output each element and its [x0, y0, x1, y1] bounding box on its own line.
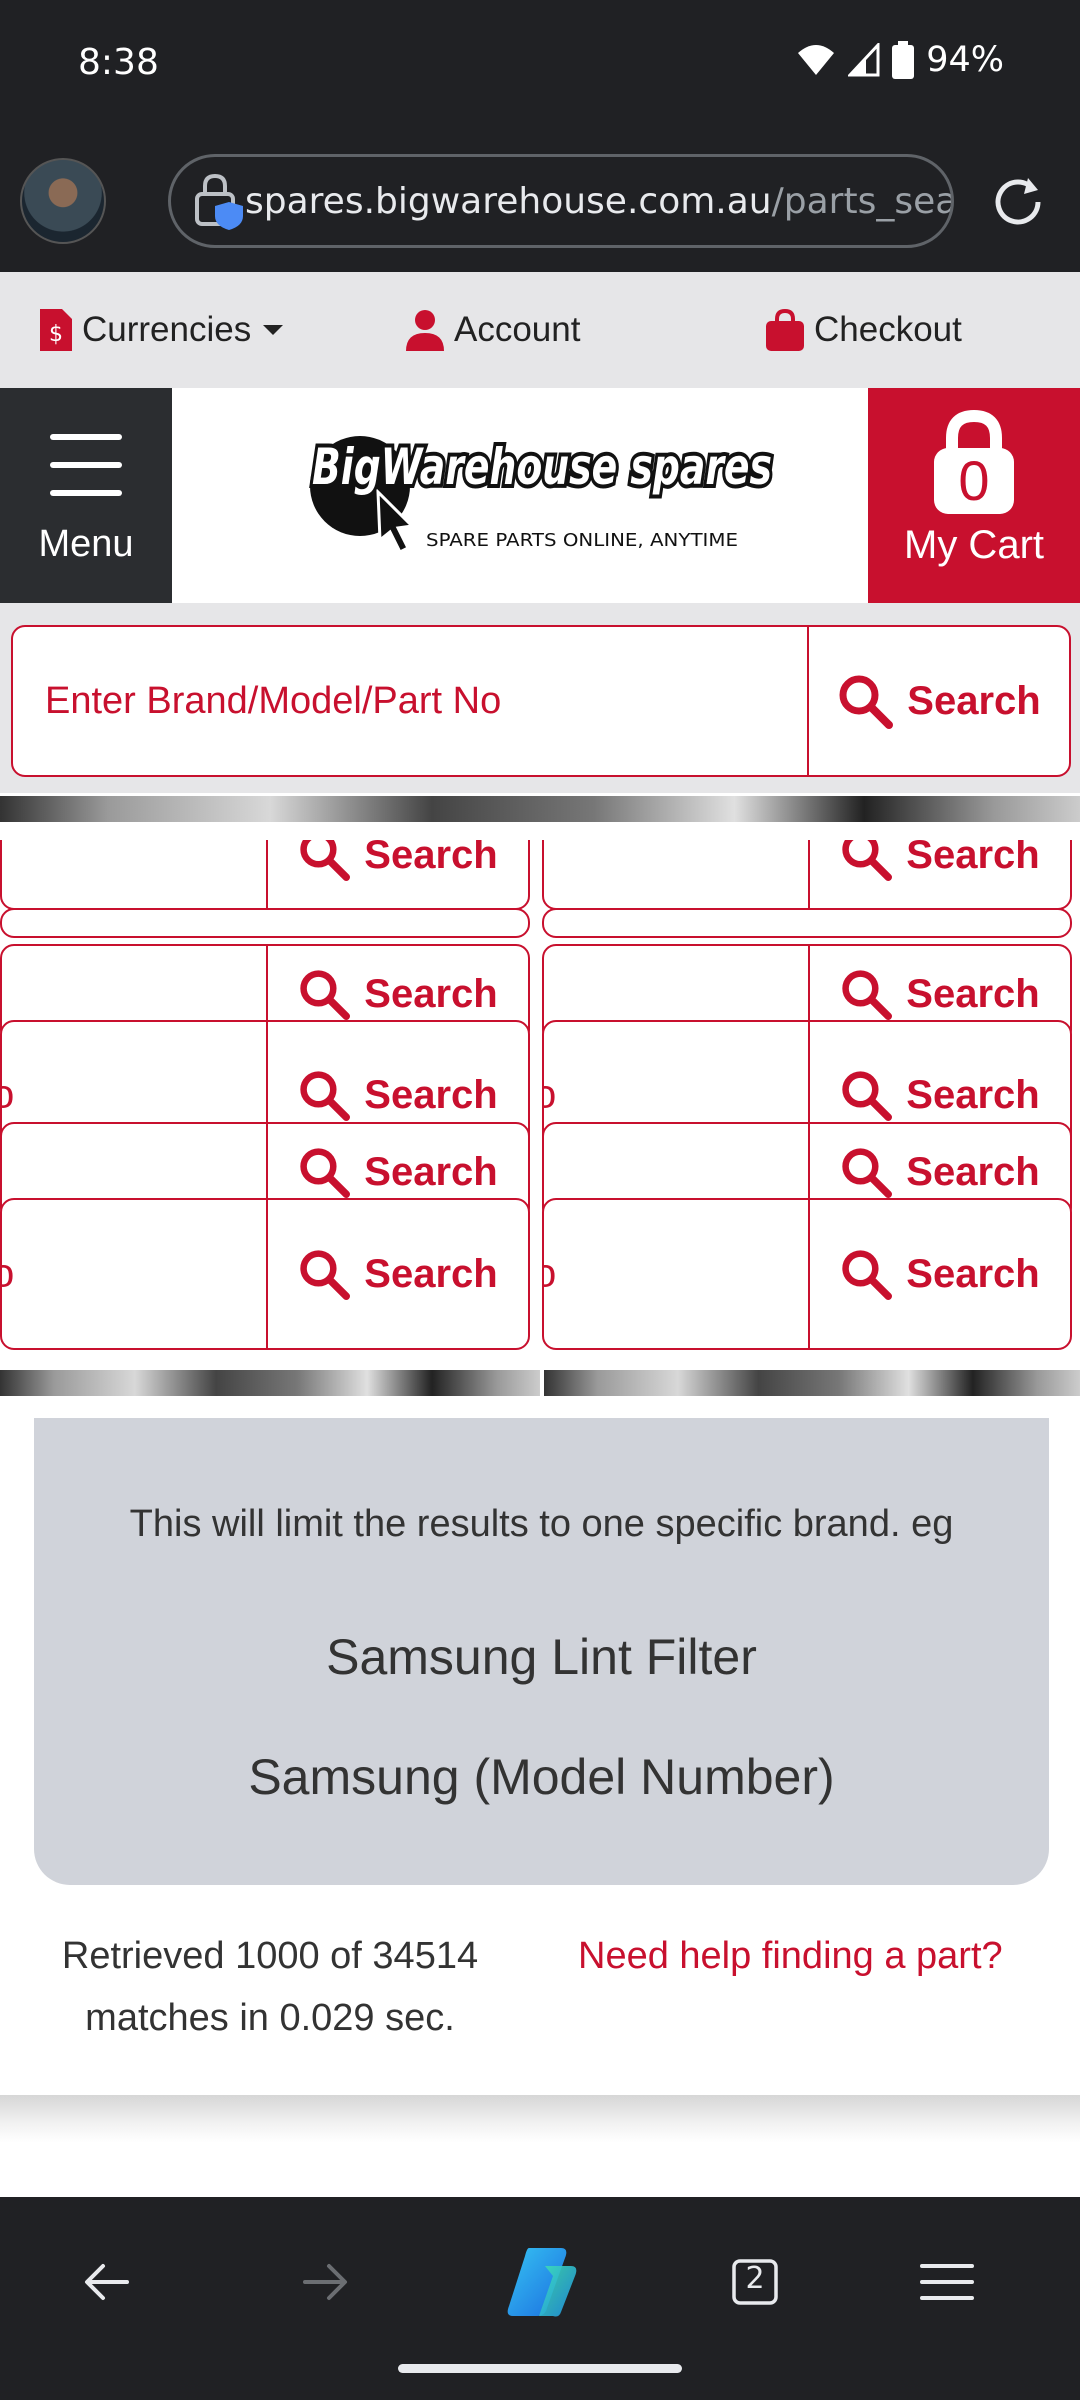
battery-percent: 94%: [926, 40, 1004, 80]
my-cart-label: My Cart: [904, 523, 1044, 567]
metal-divider-top: [0, 796, 1080, 822]
site-logo[interactable]: BigWarehouse spares SPARE PARTS ONLINE, …: [308, 434, 778, 555]
search-icon: [842, 970, 893, 1020]
search-icon: [300, 840, 351, 881]
address-bar[interactable]: spares.bigwarehouse.com.au/parts_sea: [168, 154, 954, 248]
help-finding-part-link[interactable]: Need help finding a part?: [578, 1925, 1003, 1987]
wifi-icon: [798, 45, 835, 75]
forward-button[interactable]: [280, 2237, 370, 2327]
svg-text:$: $: [49, 322, 63, 347]
search-button[interactable]: Search: [807, 627, 1069, 775]
search-icon: [842, 840, 893, 881]
reload-icon[interactable]: [988, 170, 1048, 230]
caret-down-icon: [263, 325, 284, 335]
hamburger-icon: [50, 434, 122, 518]
ghost-search-row: [542, 908, 1072, 938]
search-icon: [300, 1250, 351, 1300]
checkout-link[interactable]: Checkout: [766, 272, 962, 388]
metal-divider-left: [0, 1370, 540, 1396]
home-indicator[interactable]: [398, 2364, 682, 2373]
status-time: 8:38: [78, 42, 159, 83]
search-tip-text: This will limit the results to one speci…: [129, 1503, 954, 1545]
menu-label: Menu: [38, 523, 134, 565]
shopping-bag-icon: [766, 309, 804, 351]
url-host: spares.bigwarehouse.com.au: [245, 180, 772, 222]
section-divider: [0, 2095, 1080, 2143]
rendering-artifact-left: Search Search o Search Search o Search: [0, 840, 540, 1410]
search-bar-area: Search: [0, 603, 1080, 793]
ghost-search-button: Search: [266, 840, 528, 908]
checkout-label: Checkout: [814, 310, 962, 349]
svg-text:BigWarehouse spares: BigWarehouse spares: [312, 438, 772, 496]
search-icon: [300, 1148, 351, 1198]
arrow-left-icon: [85, 2264, 129, 2300]
hamburger-menu-icon: [920, 2264, 974, 2300]
search-tip-box: This will limit the results to one speci…: [34, 1418, 1049, 1885]
search-icon: [300, 970, 351, 1020]
url-text: spares.bigwarehouse.com.au/parts_sea: [245, 180, 954, 222]
currencies-dropdown[interactable]: $ Currencies: [40, 272, 285, 388]
my-cart-button[interactable]: 0 My Cart: [868, 388, 1080, 603]
currencies-label: Currencies: [82, 310, 252, 349]
cellular-signal-icon: [848, 43, 880, 77]
account-link[interactable]: Account: [406, 272, 580, 388]
account-label: Account: [454, 310, 581, 349]
logo-graphic: BigWarehouse spares SPARE PARTS ONLINE, …: [308, 434, 776, 555]
tabs-button[interactable]: 2: [710, 2237, 800, 2327]
top-navigation: $ Currencies Account Checkout: [0, 272, 1080, 388]
site-security-icon[interactable]: [193, 157, 245, 245]
search-icon: [842, 1250, 893, 1300]
menu-button[interactable]: Menu: [0, 388, 172, 603]
metal-divider-right: [544, 1370, 1080, 1396]
ghost-search-button: Search: [266, 1200, 528, 1348]
search-button-label: Search: [907, 678, 1041, 723]
svg-text:SPARE PARTS ONLINE, ANYTIME: SPARE PARTS ONLINE, ANYTIME: [426, 530, 738, 551]
ghost-search-row: Search: [542, 840, 1072, 910]
search-icon: [842, 1071, 893, 1121]
site-header: Menu BigWarehouse spares SPARE PARTS ONL…: [0, 388, 1080, 603]
search-form: Search: [11, 625, 1071, 777]
ghost-search-row: o Search: [542, 1198, 1072, 1350]
url-path: /parts_sea: [771, 180, 954, 222]
copilot-icon: [507, 2248, 577, 2317]
battery-icon: [892, 41, 915, 79]
user-icon: [406, 310, 444, 351]
ghost-search-button: Search: [808, 840, 1070, 908]
search-icon: [300, 1071, 351, 1121]
browser-menu-button[interactable]: [902, 2237, 992, 2327]
back-button[interactable]: [62, 2237, 152, 2327]
arrow-right-icon: [303, 2264, 347, 2300]
copilot-button[interactable]: [495, 2237, 585, 2327]
ghost-search-row: o Search: [0, 1198, 530, 1350]
ghost-search-button: Search: [808, 1200, 1070, 1348]
browser-bottom-toolbar: 2: [0, 2197, 1080, 2400]
results-summary-row: Retrieved 1000 of 34514 matches in 0.029…: [0, 1925, 1080, 2095]
search-icon: [842, 1148, 893, 1198]
cart-count: 0: [958, 449, 990, 512]
browser-toolbar: spares.bigwarehouse.com.au/parts_sea: [0, 130, 1080, 272]
ghost-search-row: [0, 908, 530, 938]
search-example-2: Samsung (Model Number): [248, 1749, 835, 1805]
search-icon: [839, 675, 894, 729]
status-indicators: 94%: [796, 40, 1004, 80]
search-input[interactable]: [13, 627, 807, 775]
tab-count: 2: [745, 2261, 765, 2296]
status-bar: 8:38 94%: [0, 0, 1080, 130]
rendering-artifact-right: Search Search o Search Search o Search: [542, 840, 1080, 1410]
results-count: Retrieved 1000 of 34514 matches in 0.029…: [61, 1935, 479, 2039]
profile-avatar[interactable]: [20, 158, 106, 244]
currency-document-icon: $: [40, 309, 72, 351]
ghost-search-row: Search: [0, 840, 530, 910]
search-example-1: Samsung Lint Filter: [326, 1629, 757, 1685]
